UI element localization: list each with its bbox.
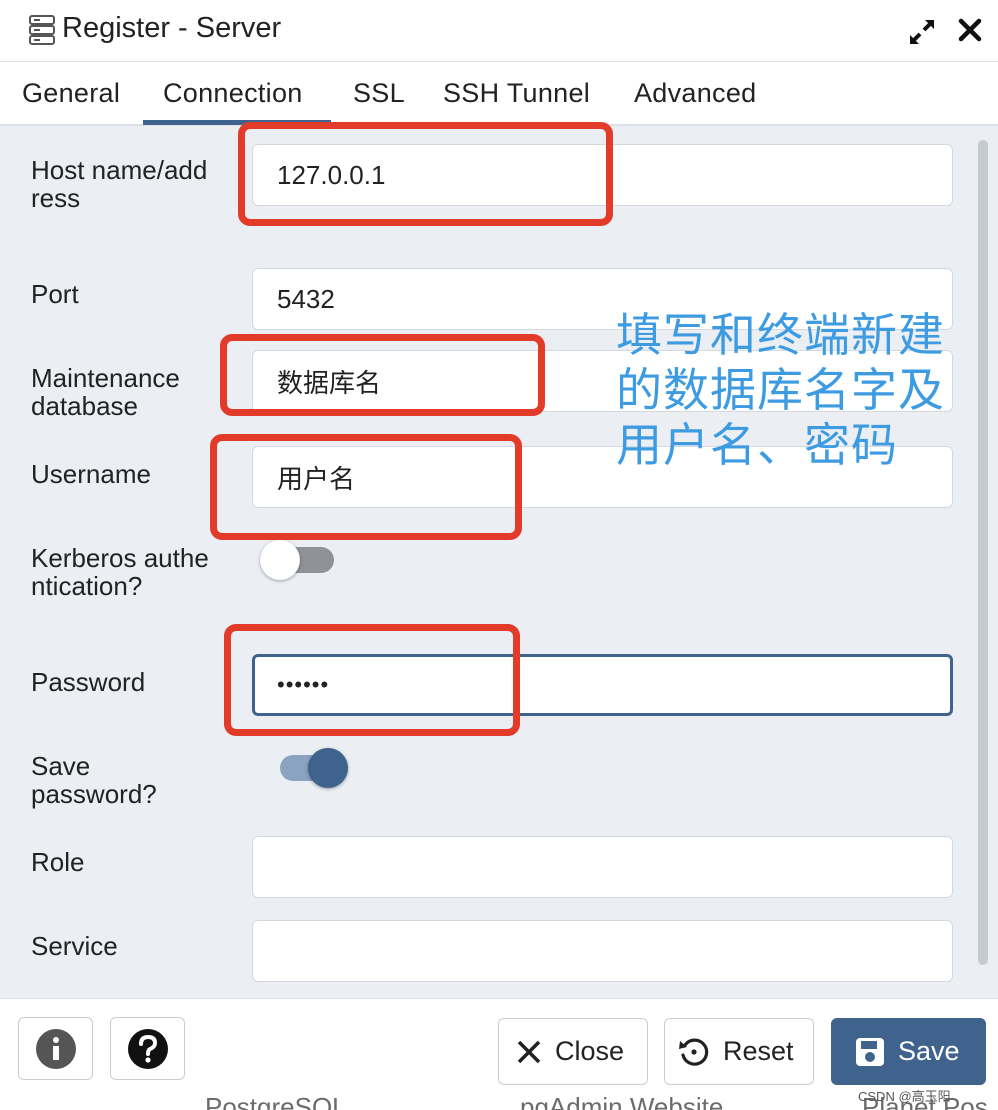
kerberos-toggle[interactable] xyxy=(258,540,338,580)
role-input[interactable] xyxy=(252,836,953,898)
host-label: Host name/address xyxy=(31,155,208,213)
active-tab-indicator xyxy=(143,120,331,125)
save-button-label: Save xyxy=(898,1036,960,1066)
background-link-postgresql: PostgreSQL xyxy=(205,1092,347,1110)
tab-general[interactable]: General xyxy=(22,78,120,109)
tab-ssl[interactable]: SSL xyxy=(353,78,405,109)
reset-icon xyxy=(679,1038,709,1066)
server-icon xyxy=(29,15,55,45)
info-button[interactable] xyxy=(18,1017,93,1080)
reset-button-label: Reset xyxy=(723,1036,794,1066)
annotation-line-2: 的数据库名字及 xyxy=(616,363,945,417)
kerberos-label: Kerberos authentication? xyxy=(31,543,209,601)
tab-advanced[interactable]: Advanced xyxy=(634,78,757,109)
username-label: Username xyxy=(31,459,151,489)
save-password-label: Save password? xyxy=(31,751,157,809)
form-scrollbar[interactable] xyxy=(978,140,988,965)
service-label: Service xyxy=(31,931,118,961)
x-icon xyxy=(517,1040,541,1063)
save-button[interactable]: Save xyxy=(831,1018,986,1085)
annotation-line-3: 用户名、密码 xyxy=(616,418,898,472)
help-button[interactable] xyxy=(110,1017,185,1080)
background-page-links: PostgreSQL pgAdmin Website Planet Pos xyxy=(0,1090,998,1110)
close-icon[interactable] xyxy=(956,16,984,44)
dialog-title: Register - Server xyxy=(62,12,282,44)
annotation-line-1: 填写和终端新建 xyxy=(616,308,945,362)
tab-ssh-tunnel[interactable]: SSH Tunnel xyxy=(443,78,590,109)
reset-button[interactable]: Reset xyxy=(664,1018,814,1085)
help-icon xyxy=(127,1028,168,1069)
annotation-note: 填写和终端新建 的数据库名字及 用户名、密码 xyxy=(616,308,976,473)
save-password-toggle[interactable] xyxy=(272,748,352,788)
watermark: CSDN @高玉阳 xyxy=(858,1089,951,1104)
tab-connection[interactable]: Connection xyxy=(163,78,303,109)
connection-form: Host name/address 127.0.0.1 Port 5432 Ma… xyxy=(0,126,998,998)
maintenance-db-label: Maintenance database xyxy=(31,363,180,421)
tab-bar: General Connection SSL SSH Tunnel Advanc… xyxy=(0,62,998,126)
close-button[interactable]: Close xyxy=(498,1018,648,1085)
port-label: Port xyxy=(31,279,79,309)
password-input[interactable]: •••••• xyxy=(252,654,953,716)
expand-icon[interactable] xyxy=(906,16,938,48)
info-icon xyxy=(35,1028,76,1069)
close-button-label: Close xyxy=(555,1036,625,1066)
service-input[interactable] xyxy=(252,920,953,982)
password-label: Password xyxy=(31,667,146,697)
dialog-titlebar: Register - Server xyxy=(0,0,998,62)
role-label: Role xyxy=(31,847,85,877)
save-icon xyxy=(856,1037,884,1066)
background-link-pgadmin: pgAdmin Website xyxy=(520,1092,724,1110)
host-input[interactable]: 127.0.0.1 xyxy=(252,144,953,206)
